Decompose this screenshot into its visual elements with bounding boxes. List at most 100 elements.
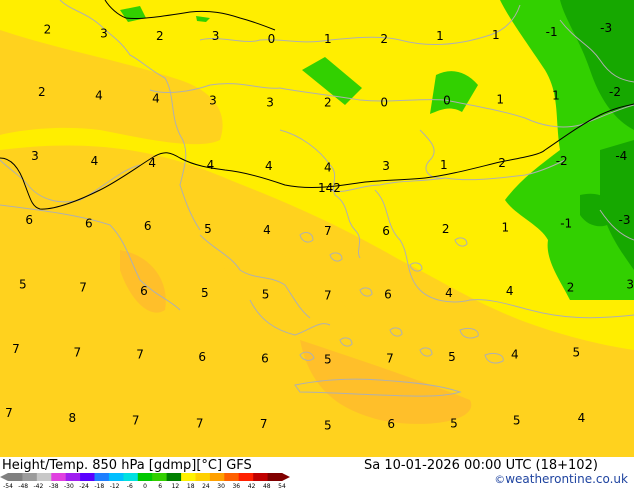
color-swatch xyxy=(224,473,240,481)
temperature-label: 6 xyxy=(140,284,148,298)
temperature-label: 4 xyxy=(95,89,103,103)
temperature-label: 3 xyxy=(209,94,217,108)
temperature-label: 6 xyxy=(387,417,395,431)
temperature-label: 1 xyxy=(501,221,509,235)
temperature-label: 6 xyxy=(144,219,152,233)
color-swatch xyxy=(22,473,38,481)
temperature-label: 2 xyxy=(567,281,575,295)
temperature-label: 4 xyxy=(148,156,156,170)
color-scale-tick: -48 xyxy=(18,483,28,490)
temperature-label: 7 xyxy=(12,342,20,356)
temperature-label: 4 xyxy=(265,159,273,173)
temperature-label: 0 xyxy=(443,94,451,108)
color-scale-tick: 24 xyxy=(202,483,210,490)
temperature-label: 7 xyxy=(324,288,332,302)
color-swatch xyxy=(65,473,81,481)
copyright-symbol: © xyxy=(494,473,506,486)
temperature-label: 2 xyxy=(380,32,388,46)
map-title: Height/Temp. 850 hPa [gdmp][°C] GFS xyxy=(2,458,252,473)
color-scale-tick: -12 xyxy=(110,483,120,490)
color-scale-tick: -18 xyxy=(94,483,104,490)
temperature-label: 6 xyxy=(382,224,390,238)
temperature-label: 7 xyxy=(132,414,140,428)
color-swatch xyxy=(181,473,196,481)
temperature-label: 3 xyxy=(626,277,634,291)
temperature-label: -2 xyxy=(556,154,568,168)
temperature-label: 2 xyxy=(498,156,506,170)
temperature-label: 5 xyxy=(572,346,580,360)
temperature-label: 5 xyxy=(324,419,332,433)
temperature-label: 6 xyxy=(384,287,392,301)
temperature-label: 3 xyxy=(212,29,220,43)
color-scale: -54 -48 -42 -38 -30 -24 -18 -12 -6 0 6 12 18 24 30 36 42… xyxy=(0,473,290,490)
temperature-label: 4 xyxy=(91,154,99,168)
temperature-label: 1 xyxy=(496,92,504,106)
scale-min-arrow xyxy=(0,473,8,481)
temperature-label: 5 xyxy=(448,350,456,364)
color-swatch xyxy=(137,473,153,481)
temperature-label: 2 xyxy=(156,29,164,43)
temperature-label: 1 xyxy=(324,32,332,46)
temperature-label: 7 xyxy=(79,281,87,295)
temperature-label: 5 xyxy=(204,222,212,236)
color-scale-tick: -54 xyxy=(3,483,13,490)
scale-max-arrow xyxy=(282,473,290,481)
temperature-label: 7 xyxy=(324,224,332,238)
temperature-label: -3 xyxy=(619,213,631,227)
temperature-label: 6 xyxy=(198,350,206,364)
temperature-label: 5 xyxy=(19,277,27,291)
temperature-label: 2 xyxy=(442,222,450,236)
temperature-label: 4 xyxy=(445,286,453,300)
color-swatch xyxy=(80,473,95,481)
color-swatch xyxy=(253,473,269,481)
temperature-label: 2 xyxy=(38,85,46,99)
temperature-label: 3 xyxy=(31,149,39,163)
temperature-label: 4 xyxy=(324,160,332,174)
temperature-label: 4 xyxy=(152,91,160,105)
temperature-label: -4 xyxy=(615,149,627,163)
temperature-label: 7 xyxy=(260,417,268,431)
temperature-label: 7 xyxy=(386,351,394,365)
temperature-label: 3 xyxy=(100,27,108,41)
temperature-label: -2 xyxy=(609,85,621,99)
temperature-label: 5 xyxy=(201,286,209,300)
weather-map: 142 2 3 2 3 0 1 2 1 1 -1 -3 2 4 4 3 3 2 0 0 1 1 -2 3 4 4 4 4 4 3 1 2 -2… xyxy=(0,0,634,458)
temperature-label: 6 xyxy=(85,217,93,231)
color-swatch xyxy=(267,473,283,481)
temperature-label: 1 xyxy=(492,28,500,42)
temperature-label: 7 xyxy=(196,416,204,430)
footer: Height/Temp. 850 hPa [gdmp][°C] GFS Sa 1… xyxy=(0,457,634,490)
temperature-label: 1 xyxy=(440,158,448,172)
color-scale-tick: -38 xyxy=(49,483,59,490)
temperature-label: 4 xyxy=(506,284,514,298)
color-scale-tick: -24 xyxy=(79,483,89,490)
color-swatch xyxy=(94,473,110,481)
color-scale-swatches xyxy=(0,473,290,481)
temperature-label: 5 xyxy=(450,416,458,430)
temperature-label: -1 xyxy=(560,217,572,231)
temperature-label: 6 xyxy=(261,351,269,365)
color-scale-tick: 48 xyxy=(263,483,271,490)
temperature-label: 1 xyxy=(436,29,444,43)
credit[interactable]: ©weatherontine.co.uk xyxy=(494,472,628,486)
color-scale-tick: 6 xyxy=(158,483,162,490)
color-swatch xyxy=(209,473,225,481)
color-swatch xyxy=(152,473,168,481)
temperature-label: 0 xyxy=(268,32,276,46)
temperature-label: 7 xyxy=(5,406,13,420)
color-swatch xyxy=(8,473,23,481)
temperature-label: 6 xyxy=(25,213,33,227)
valid-time: Sa 10-01-2026 00:00 UTC (18+102) xyxy=(364,458,598,473)
color-scale-tick: -42 xyxy=(33,483,43,490)
temperature-label: 3 xyxy=(382,159,390,173)
temperature-label: 4 xyxy=(511,348,519,362)
color-scale-ticks: -54 -48 -42 -38 -30 -24 -18 -12 -6 0 6 12 18 24 30 36 42… xyxy=(3,483,286,490)
isoline-label: 142 xyxy=(318,181,341,195)
color-scale-tick: -30 xyxy=(64,483,74,490)
temperature-label: 4 xyxy=(263,223,271,237)
color-swatch xyxy=(195,473,211,481)
color-swatch xyxy=(51,473,67,481)
temperature-label: 3 xyxy=(266,96,274,110)
color-swatch xyxy=(123,473,139,481)
temperature-label: 7 xyxy=(136,348,144,362)
